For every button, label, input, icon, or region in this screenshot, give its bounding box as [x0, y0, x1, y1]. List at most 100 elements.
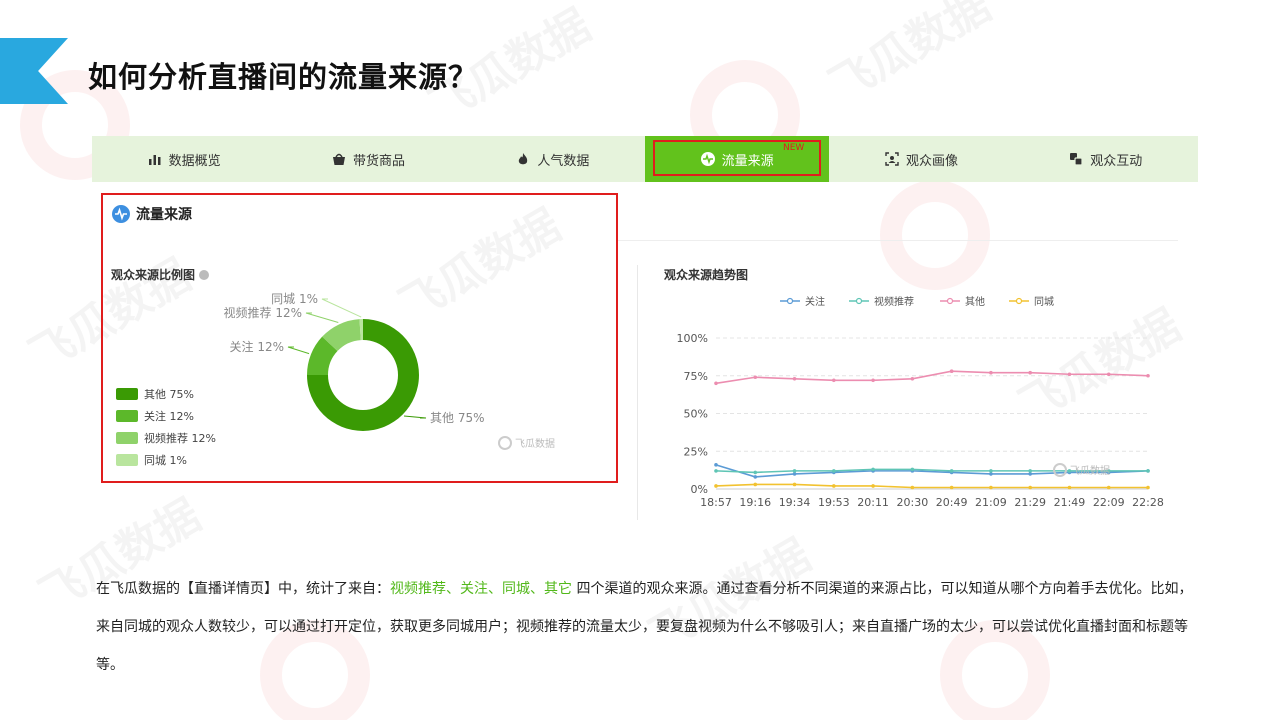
x-tick-label: 20:30 — [897, 496, 929, 509]
x-tick-label: 21:09 — [975, 496, 1007, 509]
x-tick-label: 18:57 — [700, 496, 732, 509]
watermark-text: 飞瓜数据 — [1070, 464, 1110, 477]
profile-scan-icon — [885, 152, 899, 166]
legend-swatch — [116, 432, 138, 444]
tab-data-overview[interactable]: 数据概览 — [92, 136, 276, 182]
x-tick-label: 19:53 — [818, 496, 850, 509]
x-tick-label: 20:11 — [857, 496, 889, 509]
trend-chart: 关注 视频推荐 其他 同城 100% 75% 50% 25% 0%18:57 19:16 19:34… — [677, 295, 1164, 509]
data-point — [1028, 469, 1032, 473]
pulse-icon — [700, 152, 715, 166]
data-point — [714, 463, 718, 467]
series-line — [715, 370, 1149, 385]
tab-products[interactable]: 带货商品 — [276, 136, 460, 182]
section-title: 流量来源 — [136, 207, 192, 223]
watermark-text: 飞瓜数据 — [515, 437, 555, 450]
y-tick-label: 75% — [684, 370, 708, 383]
donut-slice-label: 关注 12% — [230, 339, 285, 354]
x-tick-label: 21:49 — [1054, 496, 1086, 509]
legend-label: 关注 12% — [144, 410, 194, 423]
data-point — [1028, 370, 1032, 375]
data-point — [989, 485, 993, 490]
donut-leader-line — [321, 298, 362, 318]
data-point — [1146, 469, 1150, 473]
legend-item[interactable]: 其他 75% — [116, 383, 216, 405]
tab-bar: 数据概览 带货商品 人气数据 流量来源 NEW 观众画像 观众互动 — [92, 136, 1198, 182]
legend-marker — [946, 297, 954, 305]
data-point — [989, 370, 993, 375]
donut-chart: 其他 75% 关注 12% 视频推荐 12%同城 1% 飞瓜数据 — [224, 292, 555, 450]
pulse-icon — [112, 205, 130, 223]
section-header: 流量来源 — [112, 204, 192, 224]
tab-audience-profile[interactable]: 观众画像 — [829, 136, 1013, 182]
donut-leader-line — [305, 312, 339, 323]
legend-marker — [1015, 297, 1023, 305]
legend-swatch — [116, 410, 138, 422]
x-tick-label: 19:16 — [739, 496, 771, 509]
data-point — [753, 475, 758, 479]
tab-label: 数据概览 — [168, 153, 221, 169]
legend-label: 其他 — [965, 295, 985, 308]
description-highlight: 视频推荐、关注、同城、其它 — [390, 581, 572, 597]
info-icon[interactable] — [199, 270, 210, 280]
data-point — [910, 376, 915, 381]
divider — [618, 240, 1178, 241]
donut-leader-line — [403, 415, 427, 419]
data-point — [949, 469, 954, 473]
data-point — [832, 469, 836, 473]
description-paragraph: 在飞瓜数据的【直播详情页】中，统计了来自：视频推荐、关注、同城、其它 四个渠道的… — [96, 570, 1196, 684]
tab-audience-interaction[interactable]: 观众互动 — [1014, 136, 1198, 182]
bar-chart-icon — [148, 152, 162, 166]
tab-popularity[interactable]: 人气数据 — [461, 136, 645, 182]
data-point — [910, 467, 915, 472]
x-tick-label: 20:49 — [936, 496, 968, 509]
legend-swatch — [116, 454, 138, 466]
data-point — [714, 381, 718, 386]
data-point — [1106, 372, 1111, 377]
data-point — [1028, 485, 1032, 490]
legend-swatch — [116, 388, 138, 400]
data-point — [871, 378, 875, 383]
data-point — [832, 484, 836, 488]
y-tick-label: 25% — [684, 445, 708, 458]
watermark-logo-icon — [1053, 463, 1067, 477]
data-point — [989, 469, 993, 473]
data-point — [871, 484, 875, 488]
legend-label: 同城 1% — [144, 454, 187, 467]
title-flag-icon — [0, 38, 68, 104]
legend-item[interactable]: 关注 12% — [116, 405, 216, 427]
data-point — [753, 470, 758, 475]
watermark-text: 飞瓜数据 — [816, 0, 1000, 114]
tab-label: 观众画像 — [905, 153, 958, 169]
interaction-icon — [1069, 152, 1083, 166]
data-point — [1146, 485, 1150, 490]
donut-leader-line — [287, 346, 310, 355]
flame-icon — [516, 152, 530, 166]
tab-traffic-source[interactable]: 流量来源 NEW — [644, 136, 830, 182]
legend-label: 视频推荐 — [874, 295, 914, 308]
data-point — [792, 482, 797, 487]
legend-item[interactable]: 同城 1% — [116, 449, 216, 471]
data-point — [792, 376, 797, 381]
x-tick-label: 21:29 — [1014, 496, 1046, 509]
data-point — [753, 375, 758, 380]
data-point — [792, 469, 797, 473]
y-tick-label: 50% — [684, 408, 708, 421]
data-point — [832, 378, 836, 383]
data-point — [1106, 485, 1111, 490]
legend-item[interactable]: 视频推荐 12% — [116, 427, 216, 449]
legend-label: 其他 75% — [144, 388, 194, 401]
divider — [637, 265, 638, 520]
basket-icon — [332, 152, 346, 166]
tab-label: 观众互动 — [1090, 153, 1143, 169]
data-point — [910, 485, 915, 490]
legend-marker — [786, 297, 794, 305]
page-title: 如何分析直播间的流量来源？ — [88, 60, 479, 94]
data-point — [714, 469, 718, 473]
data-point — [949, 369, 954, 374]
legend-label: 视频推荐 12% — [144, 432, 216, 445]
y-tick-label: 0% — [691, 483, 708, 496]
data-point — [871, 467, 875, 472]
x-tick-label: 22:09 — [1093, 496, 1125, 509]
data-point — [1067, 485, 1072, 490]
